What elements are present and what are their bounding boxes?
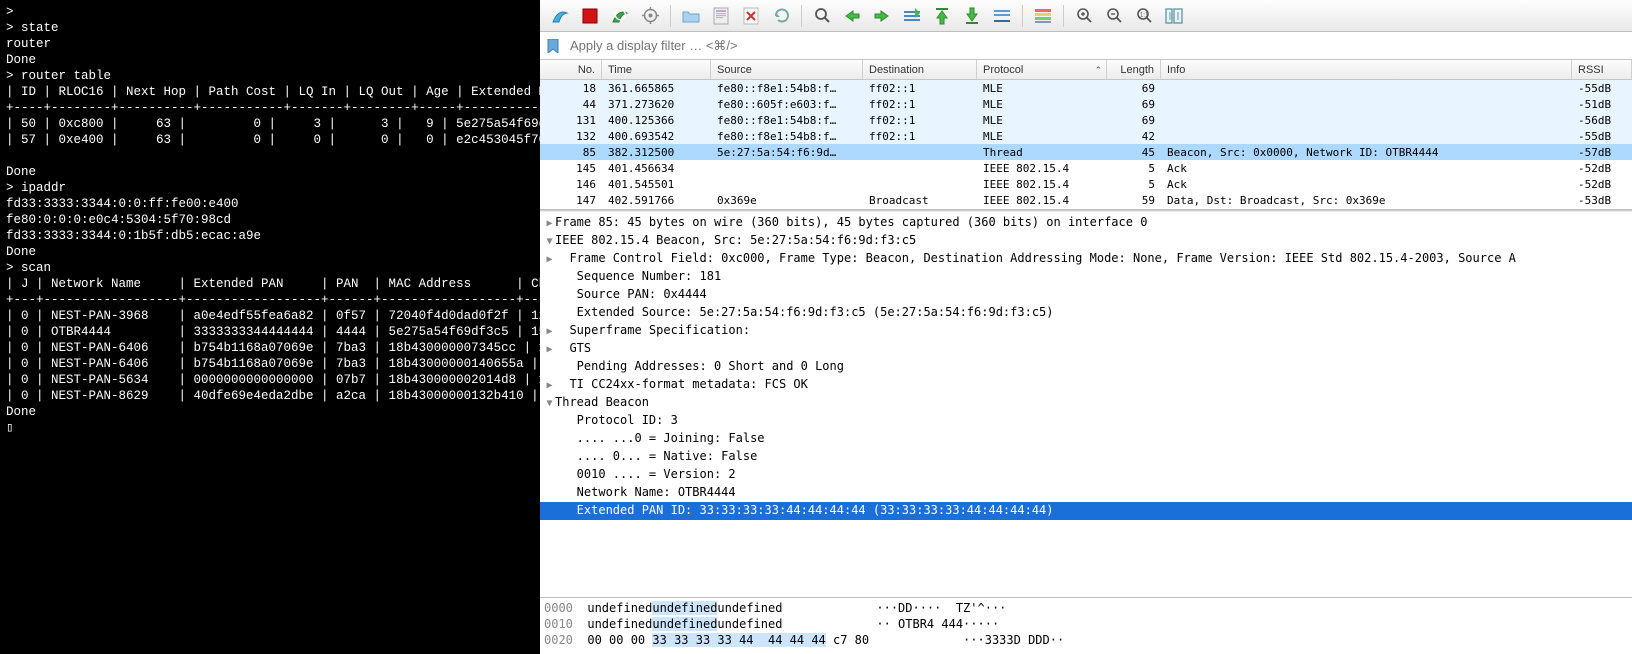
save-icon[interactable] [707, 3, 735, 29]
zoom-reset-icon[interactable]: 1:1 [1130, 3, 1158, 29]
detail-line[interactable]: ▶ Superframe Specification: [540, 322, 1632, 340]
packet-row[interactable]: 148402.9193110x369eBroadcastIEEE 802.15.… [540, 208, 1632, 210]
stop-icon[interactable] [576, 3, 604, 29]
reload-icon[interactable] [767, 3, 795, 29]
detail-line[interactable]: ▶ GTS [540, 340, 1632, 358]
detail-line[interactable]: .... 0... = Native: False [540, 448, 1632, 466]
wireshark-window: 1:1 No. Time Source Destination Protocol… [540, 0, 1632, 654]
hex-line[interactable]: 0020 00 00 00 33 33 33 33 44 44 44 44 c7… [544, 632, 1628, 648]
autoscroll-icon[interactable] [988, 3, 1016, 29]
packet-row[interactable]: 146401.545501IEEE 802.15.45Ack-52dB [540, 176, 1632, 192]
packet-row[interactable]: 18361.665865fe80::f8e1:54b8:f…ff02::1MLE… [540, 80, 1632, 96]
column-length[interactable]: Length [1107, 60, 1161, 79]
go-last-icon[interactable] [958, 3, 986, 29]
packet-row[interactable]: 131400.125366fe80::f8e1:54b8:f…ff02::1ML… [540, 112, 1632, 128]
restart-icon[interactable] [606, 3, 634, 29]
hex-line[interactable]: 0010 undefinedundefinedundefined ·· OTBR… [544, 616, 1628, 632]
resize-columns-icon[interactable] [1160, 3, 1188, 29]
detail-line[interactable]: Network Name: OTBR4444 [540, 484, 1632, 502]
packet-row[interactable]: 147402.5917660x369eBroadcastIEEE 802.15.… [540, 192, 1632, 208]
column-destination[interactable]: Destination [863, 60, 977, 79]
column-source[interactable]: Source [711, 60, 863, 79]
detail-line[interactable]: .... ...0 = Joining: False [540, 430, 1632, 448]
go-first-icon[interactable] [928, 3, 956, 29]
display-filter-bar [540, 32, 1632, 60]
packet-list-header: No. Time Source Destination Protocol⌃ Le… [540, 60, 1632, 80]
packet-list-pane[interactable]: No. Time Source Destination Protocol⌃ Le… [540, 60, 1632, 210]
column-info[interactable]: Info [1161, 60, 1572, 79]
column-protocol[interactable]: Protocol⌃ [977, 60, 1107, 79]
detail-line[interactable]: Pending Addresses: 0 Short and 0 Long [540, 358, 1632, 376]
bookmark-icon[interactable] [544, 37, 562, 55]
packet-bytes-pane[interactable]: 0000 undefinedundefinedundefined ···DD··… [540, 598, 1632, 654]
zoom-in-icon[interactable] [1070, 3, 1098, 29]
detail-line[interactable]: ▶ TI CC24xx-format metadata: FCS OK [540, 376, 1632, 394]
close-file-icon[interactable] [737, 3, 765, 29]
options-icon[interactable] [636, 3, 664, 29]
detail-line[interactable]: ▶ Frame Control Field: 0xc000, Frame Typ… [540, 250, 1632, 268]
next-arrow-icon[interactable] [868, 3, 896, 29]
jump-to-icon[interactable] [898, 3, 926, 29]
column-rssi[interactable]: RSSI [1572, 60, 1632, 79]
open-folder-icon[interactable] [677, 3, 705, 29]
column-no[interactable]: No. [540, 60, 602, 79]
display-filter-input[interactable] [566, 35, 1628, 57]
packet-row[interactable]: 132400.693542fe80::f8e1:54b8:f…ff02::1ML… [540, 128, 1632, 144]
detail-line[interactable]: ▼Thread Beacon [540, 394, 1632, 412]
detail-line[interactable]: Extended Source: 5e:27:5a:54:f6:9d:f3:c5… [540, 304, 1632, 322]
search-icon[interactable] [808, 3, 836, 29]
colorize-icon[interactable] [1029, 3, 1057, 29]
packet-row[interactable]: 44371.273620fe80::605f:e603:f…ff02::1MLE… [540, 96, 1632, 112]
detail-line[interactable]: Sequence Number: 181 [540, 268, 1632, 286]
svg-text:1:1: 1:1 [1140, 13, 1149, 19]
terminal-pane[interactable]: > > state router Done > router table | I… [0, 0, 540, 654]
hex-line[interactable]: 0000 undefinedundefinedundefined ···DD··… [544, 600, 1628, 616]
detail-line[interactable]: Source PAN: 0x4444 [540, 286, 1632, 304]
detail-line[interactable]: Extended PAN ID: 33:33:33:33:44:44:44:44… [540, 502, 1632, 520]
prev-arrow-icon[interactable] [838, 3, 866, 29]
packet-row[interactable]: 145401.456634IEEE 802.15.45Ack-52dB [540, 160, 1632, 176]
zoom-out-icon[interactable] [1100, 3, 1128, 29]
detail-line[interactable]: ▶Frame 85: 45 bytes on wire (360 bits), … [540, 214, 1632, 232]
detail-line[interactable]: 0010 .... = Version: 2 [540, 466, 1632, 484]
packet-row[interactable]: 85382.3125005e:27:5a:54:f6:9d…Thread45Be… [540, 144, 1632, 160]
fin-icon[interactable] [546, 3, 574, 29]
detail-line[interactable]: ▼IEEE 802.15.4 Beacon, Src: 5e:27:5a:54:… [540, 232, 1632, 250]
detail-line[interactable]: Protocol ID: 3 [540, 412, 1632, 430]
packet-details-pane[interactable]: ▶Frame 85: 45 bytes on wire (360 bits), … [540, 212, 1632, 598]
column-time[interactable]: Time [602, 60, 711, 79]
main-toolbar: 1:1 [540, 0, 1632, 32]
